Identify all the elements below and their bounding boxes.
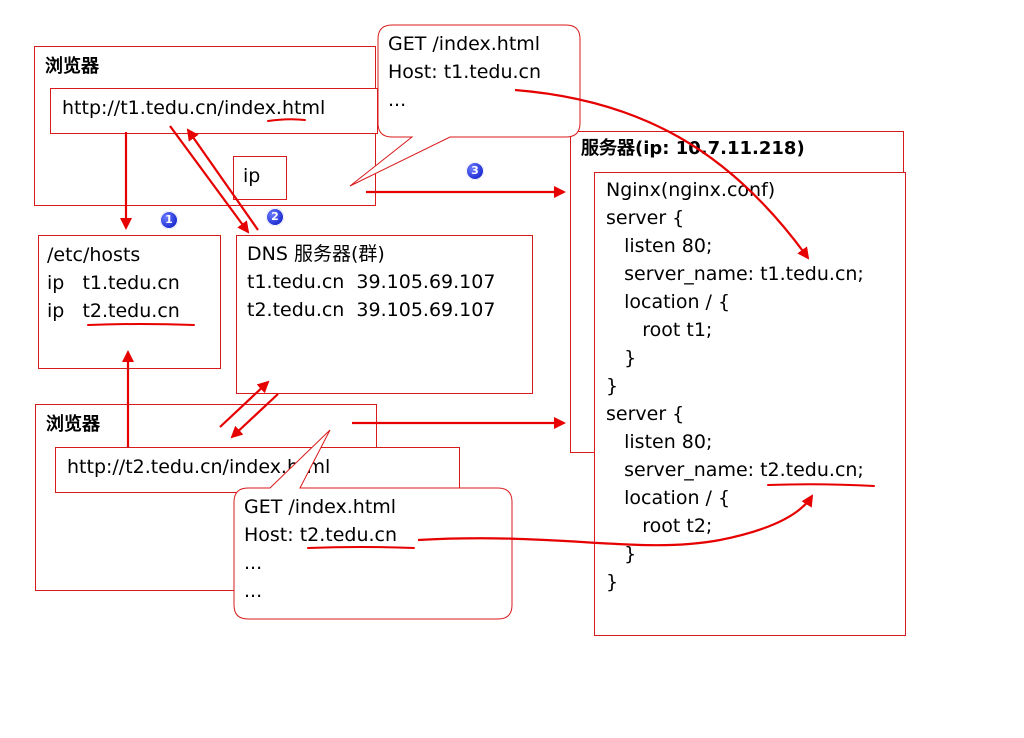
step-badge: 3 xyxy=(466,162,484,180)
arrow-host2-to-servername2 xyxy=(417,494,814,547)
underline-host-t2 xyxy=(307,546,415,549)
step-badge: 2 xyxy=(266,208,284,226)
arrow-browser2-to-dns xyxy=(219,380,270,428)
arrow-url-to-dns xyxy=(169,125,250,234)
underline-hosts-t2 xyxy=(87,323,195,326)
arrow-dns-to-url xyxy=(186,128,259,231)
arrows-overlay xyxy=(87,88,875,549)
step-badge: 1 xyxy=(160,211,178,229)
underline-index xyxy=(267,118,306,122)
arrow-dns-to-browser2 xyxy=(230,393,279,439)
underline-servername-t2 xyxy=(767,483,875,487)
arrow-host1-to-servername1 xyxy=(514,88,810,260)
